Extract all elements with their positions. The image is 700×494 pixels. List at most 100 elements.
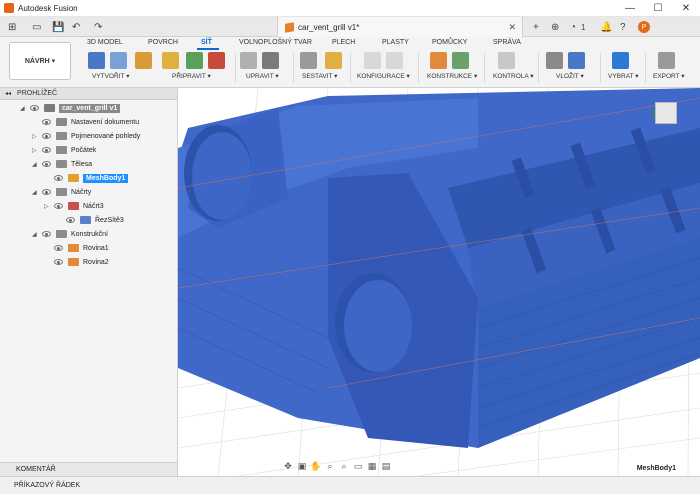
command-line-bar[interactable]: PŘÍKAZOVÝ ŘÁDEK — [0, 476, 700, 494]
display-settings-icon[interactable]: ▭ — [352, 461, 364, 472]
visibility-eye-icon[interactable] — [42, 231, 51, 237]
expand-toggle-icon[interactable]: ◢ — [32, 161, 37, 168]
undo-icon[interactable]: ↶ — [72, 21, 80, 33]
visibility-eye-icon[interactable] — [42, 119, 51, 125]
collapse-browser-button[interactable]: ◂◂ — [5, 90, 11, 97]
comments-bar[interactable]: KOMENTÁŘ — [0, 462, 178, 476]
zoom-icon[interactable]: ⌕ — [324, 461, 336, 472]
visibility-eye-icon[interactable] — [42, 161, 51, 167]
browser-node[interactable]: ▷ Pojmenované pohledy — [0, 129, 178, 143]
select-icon[interactable] — [612, 52, 629, 69]
account-icon[interactable]: P — [638, 21, 650, 33]
browser-node[interactable]: ◢ Náčrty — [0, 185, 178, 199]
expand-toggle-icon[interactable]: ▷ — [32, 133, 37, 140]
close-window-button[interactable]: ✕ — [672, 0, 700, 17]
jobs-icon[interactable]: ◔ — [570, 21, 576, 33]
close-tab-icon[interactable]: ✕ — [508, 22, 516, 33]
zoom-window-icon[interactable]: ⌕ — [338, 461, 350, 472]
browser-node[interactable]: MeshBody1 — [0, 171, 178, 185]
offset-plane-icon[interactable] — [430, 52, 447, 69]
viewports-icon[interactable]: ▤ — [380, 461, 392, 472]
visibility-eye-icon[interactable] — [42, 133, 51, 139]
browser-node[interactable]: ◢ Tělesa — [0, 157, 178, 171]
ribbon-group-menu[interactable]: VYTVOŘIT ▾ — [92, 72, 129, 80]
tab-síť[interactable]: SÍŤ — [201, 39, 212, 46]
new-component-icon[interactable] — [325, 52, 342, 69]
browser-node[interactable]: ŘezSítě3 — [0, 213, 178, 227]
tab-volnoplošný-tvar[interactable]: VOLNOPLOŠNÝ TVAR — [239, 39, 312, 46]
joint-icon[interactable] — [300, 52, 317, 69]
visibility-eye-icon[interactable] — [54, 259, 63, 265]
insert-mesh-icon[interactable] — [568, 52, 585, 69]
visibility-eye-icon[interactable] — [42, 147, 51, 153]
notifications-icon[interactable]: 🔔 — [600, 21, 612, 33]
help-icon[interactable]: ? — [620, 21, 626, 33]
modify-icon[interactable] — [240, 52, 257, 69]
create-form-icon[interactable] — [88, 52, 105, 69]
reduce-icon[interactable] — [208, 52, 225, 69]
3d-viewport[interactable] — [178, 88, 700, 476]
browser-node[interactable]: Nastavení dokumentu — [0, 115, 178, 129]
expand-toggle-icon[interactable]: ▷ — [32, 147, 37, 154]
ribbon-group-menu[interactable]: VYBRAT ▾ — [608, 72, 638, 80]
ribbon-group-menu[interactable]: KONFIGURACE ▾ — [357, 72, 410, 80]
tab-povrch[interactable]: POVRCH — [148, 39, 178, 46]
visibility-eye-icon[interactable] — [54, 245, 63, 251]
visibility-eye-icon[interactable] — [42, 189, 51, 195]
tab-pomůcky[interactable]: POMŮCKY — [432, 39, 467, 46]
tab-3d-model[interactable]: 3D MODEL — [87, 39, 123, 46]
remesh-icon[interactable] — [186, 52, 203, 69]
mesh-body[interactable] — [178, 88, 700, 448]
visibility-eye-icon[interactable] — [30, 105, 39, 111]
visibility-eye-icon[interactable] — [54, 175, 63, 181]
ribbon-group-menu[interactable]: VLOŽIT ▾ — [556, 72, 584, 80]
move-icon[interactable] — [262, 52, 279, 69]
ribbon-group-menu[interactable]: KONTROLA ▾ — [493, 72, 533, 80]
visibility-eye-icon[interactable] — [66, 217, 75, 223]
tab-správa[interactable]: SPRÁVA — [493, 39, 521, 46]
pan-icon[interactable]: ✋ — [310, 461, 322, 472]
workspace-switcher[interactable]: NÁVRH ▾ — [9, 42, 71, 80]
mesh-canvas[interactable] — [178, 88, 700, 476]
configure-table-icon[interactable] — [386, 52, 403, 69]
browser-node[interactable]: ◢ car_vent_grill v1 — [0, 101, 178, 115]
ribbon-group-menu[interactable]: PŘIPRAVIT ▾ — [172, 72, 211, 80]
ribbon-group-menu[interactable]: UPRAVIT ▾ — [246, 72, 279, 80]
export-icon[interactable] — [658, 52, 675, 69]
ribbon-group-menu[interactable]: SESTAVIT ▾ — [302, 72, 337, 80]
view-cube[interactable]: Z — [651, 102, 677, 124]
ribbon-group-menu[interactable]: EXPORT ▾ — [653, 72, 685, 80]
browser-node[interactable]: Rovina1 — [0, 241, 178, 255]
look-at-icon[interactable]: ▣ — [296, 461, 308, 472]
configure-icon[interactable] — [364, 52, 381, 69]
redo-icon[interactable]: ↷ — [94, 21, 102, 33]
orbit-icon[interactable]: ✥ — [282, 461, 294, 472]
browser-node[interactable]: Rovina2 — [0, 255, 178, 269]
mesh-insert-icon[interactable] — [110, 52, 127, 69]
repair-icon[interactable] — [162, 52, 179, 69]
insert-derive-icon[interactable] — [546, 52, 563, 69]
visibility-eye-icon[interactable] — [54, 203, 63, 209]
add-tab-icon[interactable]: + — [533, 21, 539, 33]
document-tab[interactable]: car_vent_grill v1* ✕ — [277, 17, 523, 37]
browser-node[interactable]: ▷ Počátek — [0, 143, 178, 157]
folder-icon[interactable]: ▭ — [32, 21, 41, 33]
maximize-button[interactable]: ☐ — [644, 0, 672, 17]
browser-node[interactable]: ◢ Konstrukční — [0, 227, 178, 241]
minimize-button[interactable]: — — [616, 0, 644, 17]
tab-plech[interactable]: PLECH — [332, 39, 355, 46]
midplane-icon[interactable] — [452, 52, 469, 69]
tab-plasty[interactable]: PLASTY — [382, 39, 409, 46]
measure-icon[interactable] — [498, 52, 515, 69]
grid-settings-icon[interactable]: ▦ — [366, 461, 378, 472]
expand-toggle-icon[interactable]: ◢ — [32, 231, 37, 238]
expand-toggle-icon[interactable]: ◢ — [32, 189, 37, 196]
grid-icon[interactable]: ⊞ — [8, 21, 16, 33]
expand-toggle-icon[interactable]: ◢ — [20, 105, 25, 112]
ribbon-group-menu[interactable]: KONSTRUKCE ▾ — [427, 72, 477, 80]
online-icon[interactable]: ⊕ — [551, 21, 559, 33]
browser-node[interactable]: ▷ Náčrt3 — [0, 199, 178, 213]
expand-toggle-icon[interactable]: ▷ — [44, 203, 49, 210]
tessellate-icon[interactable] — [135, 52, 152, 69]
save-icon[interactable]: 💾 — [52, 21, 64, 33]
